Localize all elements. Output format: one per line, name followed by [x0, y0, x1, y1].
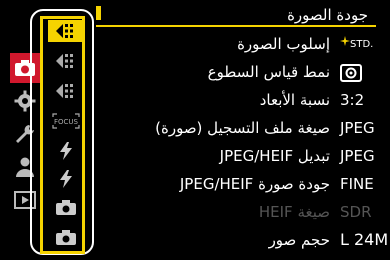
setting-label: تبديل JPEG/HEIF — [219, 147, 330, 165]
setting-row-file-format[interactable]: صيغة ملف التسجيل (صورة) JPEG — [100, 116, 390, 143]
header-underline — [96, 25, 376, 27]
flash-icon-2 — [60, 170, 72, 188]
setting-row-image-size[interactable]: حجم صور L 24M — [100, 228, 390, 255]
setting-row-photo-style[interactable]: إسلوب الصورة STD. — [100, 32, 390, 59]
setting-value: JPEG — [340, 119, 375, 137]
setting-label: حجم صور — [268, 231, 330, 249]
flash-icon — [60, 142, 72, 160]
setting-label: صيغة ملف التسجيل (صورة) — [155, 119, 330, 137]
metering-icon — [340, 64, 362, 82]
setting-row-heif-format: صيغة HEIF SDR — [100, 200, 390, 227]
icon-cell-3[interactable] — [48, 80, 84, 102]
setting-row-jpeg-heif-switch[interactable]: تبديل JPEG/HEIF JPEG — [100, 144, 390, 171]
metering-mode-icon — [340, 64, 362, 86]
setting-label: نمط قياس السطوع — [207, 63, 330, 81]
setting-value: FINE — [340, 175, 374, 193]
image-size-value: L 24M — [340, 230, 389, 249]
setting-value: L 24M — [340, 230, 388, 249]
icon-cell-focus[interactable]: FOCUS — [48, 110, 84, 132]
camera-icon-2 — [56, 230, 76, 245]
icon-cell-flash[interactable] — [48, 140, 84, 162]
photo-style-std-icon: STD. — [340, 36, 373, 50]
page-title: جودة الصورة — [287, 6, 368, 24]
setting-label: صيغة HEIF — [258, 203, 330, 221]
setting-row-metering[interactable]: نمط قياس السطوع — [100, 60, 390, 87]
setting-label: جودة صورة JPEG/HEIF — [179, 175, 330, 193]
icon-cell-2[interactable] — [48, 50, 84, 72]
setting-label: إسلوب الصورة — [237, 35, 330, 53]
setting-value: JPEG — [340, 147, 375, 165]
setting-value: 3:2 — [340, 91, 365, 109]
icon-cell-flash-2[interactable] — [48, 168, 84, 190]
svg-text:FOCUS: FOCUS — [54, 118, 79, 126]
setting-label: نسبة الأبعاد — [259, 91, 330, 109]
icon-cell-photo-style[interactable] — [48, 20, 84, 42]
photo-style-icon-2 — [56, 54, 73, 68]
setting-value: SDR — [340, 203, 372, 221]
menu-header: جودة الصورة — [96, 0, 390, 26]
sparkle-icon — [340, 36, 350, 46]
setting-row-image-quality[interactable]: جودة صورة JPEG/HEIF FINE — [100, 172, 390, 199]
icon-cell-camera[interactable] — [48, 196, 84, 218]
camera-icon — [56, 200, 76, 215]
camera-menu-screen: FOCUS جودة الصورة إسلوب الصورة STD. نمط … — [0, 0, 390, 260]
setting-value: STD. — [350, 39, 374, 50]
icon-cell-camera-2[interactable] — [48, 226, 84, 248]
setting-row-aspect-ratio[interactable]: نسبة الأبعاد 3:2 — [100, 88, 390, 115]
focus-icon: FOCUS — [52, 113, 80, 129]
photo-style-icon — [56, 24, 73, 38]
photo-style-icon-3 — [56, 84, 73, 98]
